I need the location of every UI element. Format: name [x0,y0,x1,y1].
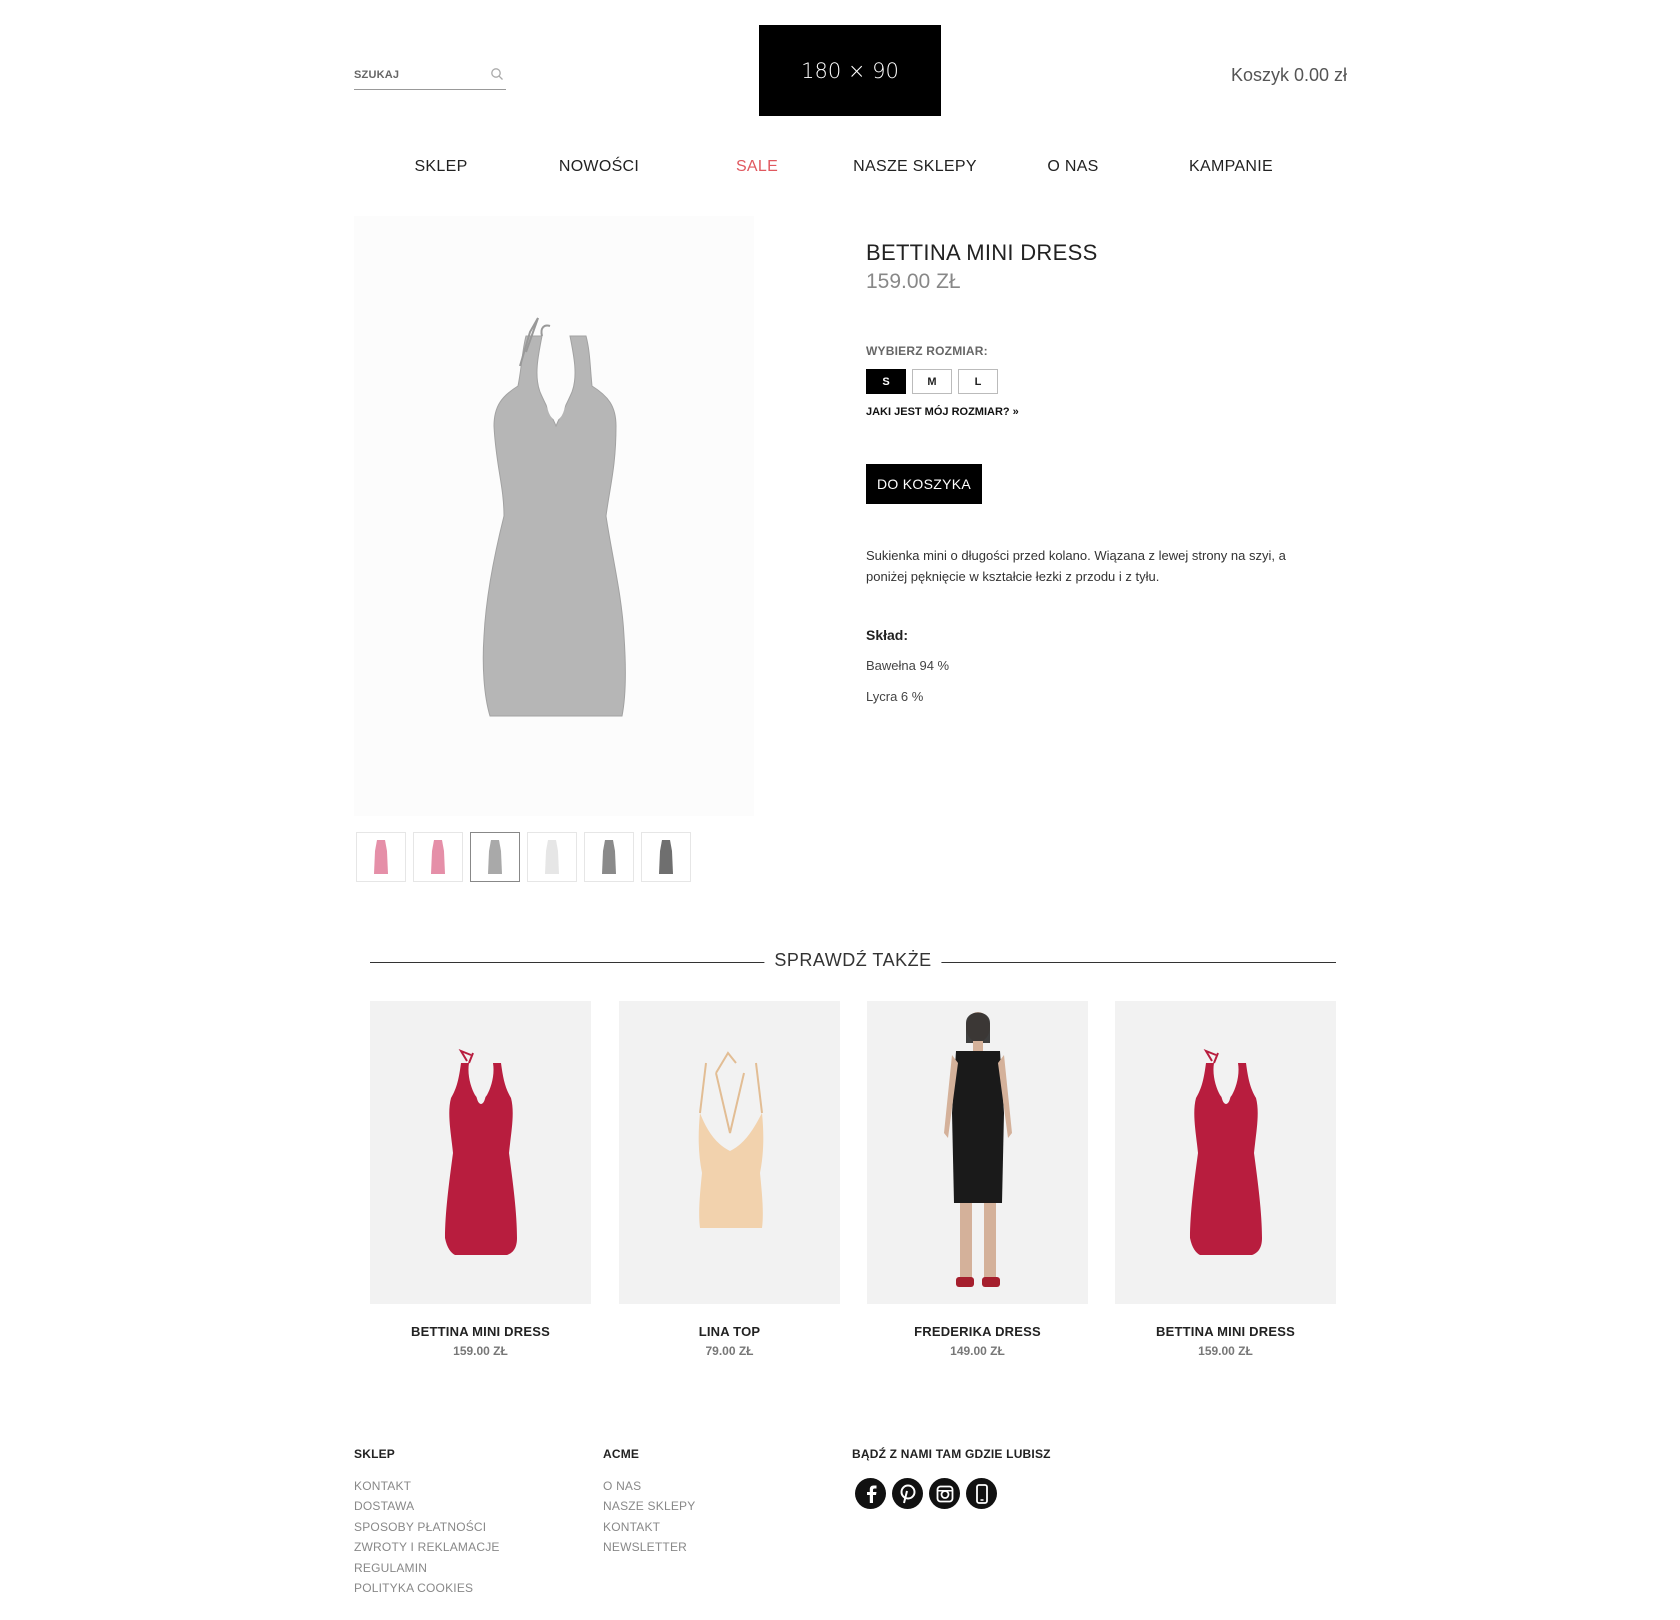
mobile-icon[interactable] [966,1478,997,1509]
footer-link-o-nas[interactable]: O NAS [603,1476,695,1496]
thumbnail-dress-image [374,840,388,874]
footer-link-regulamin[interactable]: REGULAMIN [354,1558,500,1578]
thumbnail[interactable] [413,832,463,882]
nav-item-nasze-sklepy[interactable]: NASZE SKLEPY [853,158,977,176]
thumbnail-dress-image [602,840,616,874]
product-price: 159.00 ZŁ [866,270,961,293]
nude-top-image [698,1050,763,1228]
size-option-m[interactable]: M [912,369,952,394]
product-title: BETTINA MINI DRESS [866,240,1098,265]
product-card-name[interactable]: BETTINA MINI DRESS [370,1324,591,1339]
product-card-image[interactable] [867,1001,1088,1304]
footer-link-nasze-sklepy[interactable]: NASZE SKLEPY [603,1496,695,1516]
thumbnail[interactable] [470,832,520,882]
product-card-image[interactable] [370,1001,591,1304]
pinterest-icon[interactable] [892,1478,923,1509]
product-card-price: 159.00 ZŁ [453,1344,508,1358]
thumbnail-dress-image [545,840,559,874]
thumbnail[interactable] [527,832,577,882]
related-heading: SPRAWDŹ TAKŻE [370,950,1336,974]
add-to-cart-button[interactable]: DO KOSZYKA [866,464,982,504]
footer-link-newsletter[interactable]: NEWSLETTER [603,1537,695,1557]
search-input[interactable] [354,62,484,86]
product-card-name[interactable]: LINA TOP [619,1324,840,1339]
size-label: WYBIERZ ROZMIAR: [866,344,988,358]
footer-link-cookies[interactable]: POLITYKA COOKIES [354,1578,500,1598]
red-dress-image [1189,1048,1262,1255]
footer-heading: BĄDŹ Z NAMI TAM GDZIE LUBISZ [852,1447,1051,1461]
composition-title: Skład: [866,627,909,643]
composition-item: Bawełna 94 % [866,658,950,673]
nav-item-sklep[interactable]: SKLEP [414,158,467,176]
facebook-icon[interactable] [855,1478,886,1509]
size-option-s[interactable]: S [866,369,906,394]
footer-link-zwroty[interactable]: ZWROTY I REKLAMACJE [354,1537,500,1557]
search-box[interactable] [354,62,506,90]
instagram-icon[interactable] [929,1478,960,1509]
footer-column-acme: ACME O NAS NASZE SKLEPY KONTAKT NEWSLETT… [603,1447,695,1558]
logo-text: 180 × 90 [801,58,899,83]
main-nav: SKLEP NOWOŚCI SALE NASZE SKLEPY O NAS KA… [354,158,1346,182]
product-description: Sukienka mini o długości przed kolano. W… [866,548,1286,584]
product-card-price: 159.00 ZŁ [1198,1344,1253,1358]
product-card-price: 149.00 ZŁ [950,1344,1005,1358]
cart-link[interactable]: Koszyk 0.00 zł [1231,65,1347,86]
thumbnail-dress-image [431,840,445,874]
thumbnail[interactable] [641,832,691,882]
nav-item-nowosci[interactable]: NOWOŚCI [559,158,639,176]
footer-link-platnosci[interactable]: SPOSOBY PŁATNOŚCI [354,1517,500,1537]
nav-item-kampanie[interactable]: KAMPANIE [1189,158,1273,176]
product-card[interactable]: BETTINA MINI DRESS 159.00 ZŁ [370,1001,591,1358]
footer-link-kontakt[interactable]: KONTAKT [354,1476,500,1496]
composition-item: Lycra 6 % [866,689,924,704]
footer-column-social: BĄDŹ Z NAMI TAM GDZIE LUBISZ [852,1447,1051,1476]
footer-column-sklep: SKLEP KONTAKT DOSTAWA SPOSOBY PŁATNOŚCI … [354,1447,500,1598]
size-guide-link[interactable]: JAKI JEST MÓJ ROZMIAR? » [866,406,1019,418]
footer-link-kontakt[interactable]: KONTAKT [603,1517,695,1537]
related-title: SPRAWDŹ TAKŻE [764,950,942,971]
product-card-price: 79.00 ZŁ [705,1344,754,1358]
divider [936,962,1336,963]
thumbnail[interactable] [584,832,634,882]
product-card-name[interactable]: FREDERIKA DRESS [867,1324,1088,1339]
product-main-image[interactable] [354,216,754,816]
divider [370,962,770,963]
product-card-image[interactable] [619,1001,840,1304]
nav-item-sale[interactable]: SALE [736,158,778,176]
search-icon[interactable] [490,67,504,81]
thumbnail[interactable] [356,832,406,882]
footer-link-dostawa[interactable]: DOSTAWA [354,1496,500,1516]
footer-heading: SKLEP [354,1447,396,1461]
thumbnail-dress-image [488,840,502,874]
thumbnail-dress-image [659,840,673,874]
product-card-name[interactable]: BETTINA MINI DRESS [1115,1324,1336,1339]
product-card[interactable]: BETTINA MINI DRESS 159.00 ZŁ [1115,1001,1336,1358]
product-card[interactable]: FREDERIKA DRESS 149.00 ZŁ [867,1001,1088,1358]
red-dress-image [444,1048,517,1255]
model-black-dress-image [943,1011,1012,1287]
product-card[interactable]: LINA TOP 79.00 ZŁ [619,1001,840,1358]
footer-heading: ACME [603,1447,640,1461]
grey-dress-image [482,317,626,717]
product-card-image[interactable] [1115,1001,1336,1304]
logo[interactable]: 180 × 90 [759,25,941,116]
size-option-l[interactable]: L [958,369,998,394]
nav-item-o-nas[interactable]: O NAS [1047,158,1098,176]
